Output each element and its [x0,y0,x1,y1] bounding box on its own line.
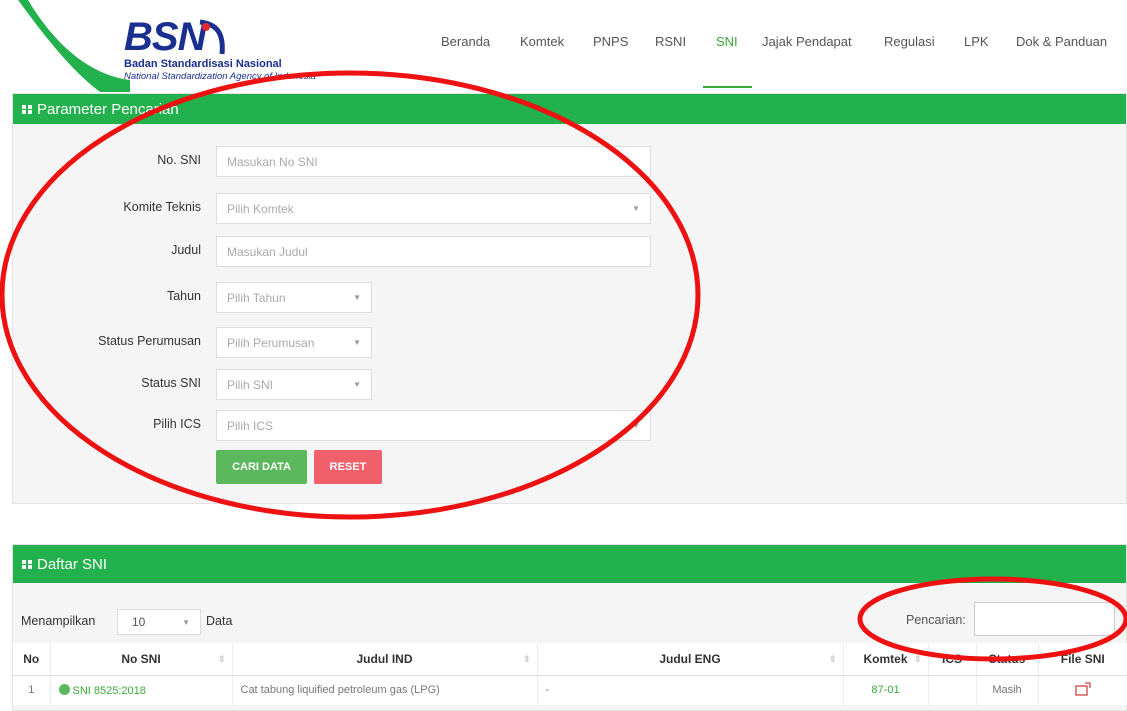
page-length-value: 10 [132,615,146,629]
nav-item-rsni[interactable]: RSNI [655,34,686,49]
no-sni-label: No. SNI [157,153,201,167]
nav-item-jajak-pendapat[interactable]: Jajak Pendapat [762,34,852,49]
cell-no: 1 [13,675,51,705]
column-header-judul-ind-label: Judul IND [356,651,413,666]
column-header-komtek-label: Komtek [863,651,908,666]
nav-item-beranda[interactable]: Beranda [441,34,490,49]
tahun-label: Tahun [166,289,201,303]
cell-ics [928,675,977,705]
sort-icon: ⇕ [913,654,922,664]
site-header: BSN Badan Standardisasi Nasional Nationa… [0,0,1127,92]
list-panel-title: Daftar SNI [37,555,108,573]
perumusan-select[interactable]: Pilih Perumusan ▼ [216,327,372,358]
chevron-down-icon: ▼ [353,293,361,302]
nav-item-komtek[interactable]: Komtek [520,34,564,49]
search-panel: Parameter Pencarian No. SNI Masukan No S… [12,93,1127,504]
grid-icon [22,104,32,114]
column-header-judul-eng-label: Judul ENG [659,651,721,666]
chevron-down-icon: ▼ [182,617,190,627]
ics-label: Pilih ICS [153,417,201,431]
org-name: Badan Standardisasi Nasional [124,58,282,70]
status-sni-label: Status SNI [141,376,201,390]
nav-item-lpk[interactable]: LPK [964,34,989,49]
list-panel-header: Daftar SNI [13,545,1126,583]
no-sni-input[interactable]: Masukan No SNI [216,146,651,177]
column-header-judul-eng[interactable]: Judul ENG ⇕ [537,643,844,676]
column-header-judul-ind[interactable]: Judul IND ⇕ [232,643,538,676]
search-panel-title: Parameter Pencarian [37,100,179,118]
grid-icon [22,559,32,569]
table-search-input[interactable] [974,602,1115,636]
tahun-select-value: Pilih Tahun [227,290,286,305]
page-length-select[interactable]: 10 ▼ [117,609,201,635]
komtek-select[interactable]: Pilih Komtek ▼ [216,193,651,224]
komtek-link[interactable]: 87-01 [871,684,899,696]
logo-mark-icon [199,19,225,55]
nav-active-indicator [703,86,752,88]
sort-icon: ⇕ [828,654,837,664]
cell-komtek[interactable]: 87-01 [843,675,929,705]
nav-item-pnps[interactable]: PNPS [593,34,628,49]
logo-swoosh [0,0,130,92]
chevron-down-icon: ▼ [632,204,640,213]
column-header-file-sni[interactable]: File SNI [1038,643,1127,676]
table-search-label: Pencarian: [906,613,966,627]
ics-select-value: Pilih ICS [227,418,274,433]
cell-no-sni[interactable]: SNI 8525:2018 [50,675,233,705]
no-sni-link[interactable]: SNI 8525:2018 [73,685,146,697]
chevron-down-icon: ▼ [632,421,640,430]
length-suffix: Data [206,614,233,628]
page: BSN Badan Standardisasi Nasional Nationa… [0,0,1127,711]
chevron-down-icon: ▼ [353,380,361,389]
column-header-status[interactable]: Status [976,643,1039,676]
tahun-select[interactable]: Pilih Tahun ▼ [216,282,372,313]
status-sni-select[interactable]: Pilih SNI ▼ [216,369,372,400]
check-circle-icon [58,683,70,695]
perumusan-select-value: Pilih Perumusan [227,335,315,350]
judul-input[interactable]: Masukan Judul [216,236,651,267]
column-header-komtek[interactable]: Komtek ⇕ [843,643,929,676]
org-name-en: National Standardization Agency of Indon… [124,71,316,82]
status-sni-select-value: Pilih SNI [227,377,274,392]
length-label: Menampilkan [21,614,96,628]
download-file-icon[interactable] [1075,682,1091,696]
table-header-row: No No SNI ⇕ Judul IND ⇕ Judul ENG ⇕ Komtek ⇕… [13,643,1127,676]
komtek-label: Komite Teknis [123,200,201,214]
search-panel-header: Parameter Pencarian [13,94,1126,124]
nav-item-sni[interactable]: SNI [716,34,738,49]
sni-table: No No SNI ⇕ Judul IND ⇕ Judul ENG ⇕ Komtek ⇕… [13,643,1127,705]
cell-judul-eng: - [537,675,844,705]
ics-select[interactable]: Pilih ICS ▼ [216,410,651,441]
list-panel: Daftar SNI Menampilkan 10 ▼ Data Pencari… [12,544,1127,711]
cell-file-sni[interactable] [1038,675,1127,705]
komtek-select-value: Pilih Komtek [227,201,294,216]
cell-status: Masih [976,675,1039,705]
table-row: 1 SNI 8525:2018 Cat tabung liquified pet… [13,675,1127,705]
column-header-no[interactable]: No [13,643,51,676]
reset-button[interactable]: RESET [314,450,382,484]
judul-label: Judul [171,243,201,257]
sort-icon: ⇕ [522,654,531,664]
nav-item-dok-panduan[interactable]: Dok & Panduan [1016,34,1107,49]
logo[interactable]: BSN [124,17,206,57]
column-header-no-sni-label: No SNI [121,651,161,666]
cell-judul-ind: Cat tabung liquified petroleum gas (LPG) [232,675,538,705]
perumusan-label: Status Perumusan [98,334,201,348]
sort-icon: ⇕ [217,654,226,664]
search-button[interactable]: CARI DATA [216,450,307,484]
column-header-no-sni[interactable]: No SNI ⇕ [50,643,233,676]
chevron-down-icon: ▼ [353,338,361,347]
nav-item-regulasi[interactable]: Regulasi [884,34,935,49]
column-header-ics[interactable]: ICS [928,643,977,676]
